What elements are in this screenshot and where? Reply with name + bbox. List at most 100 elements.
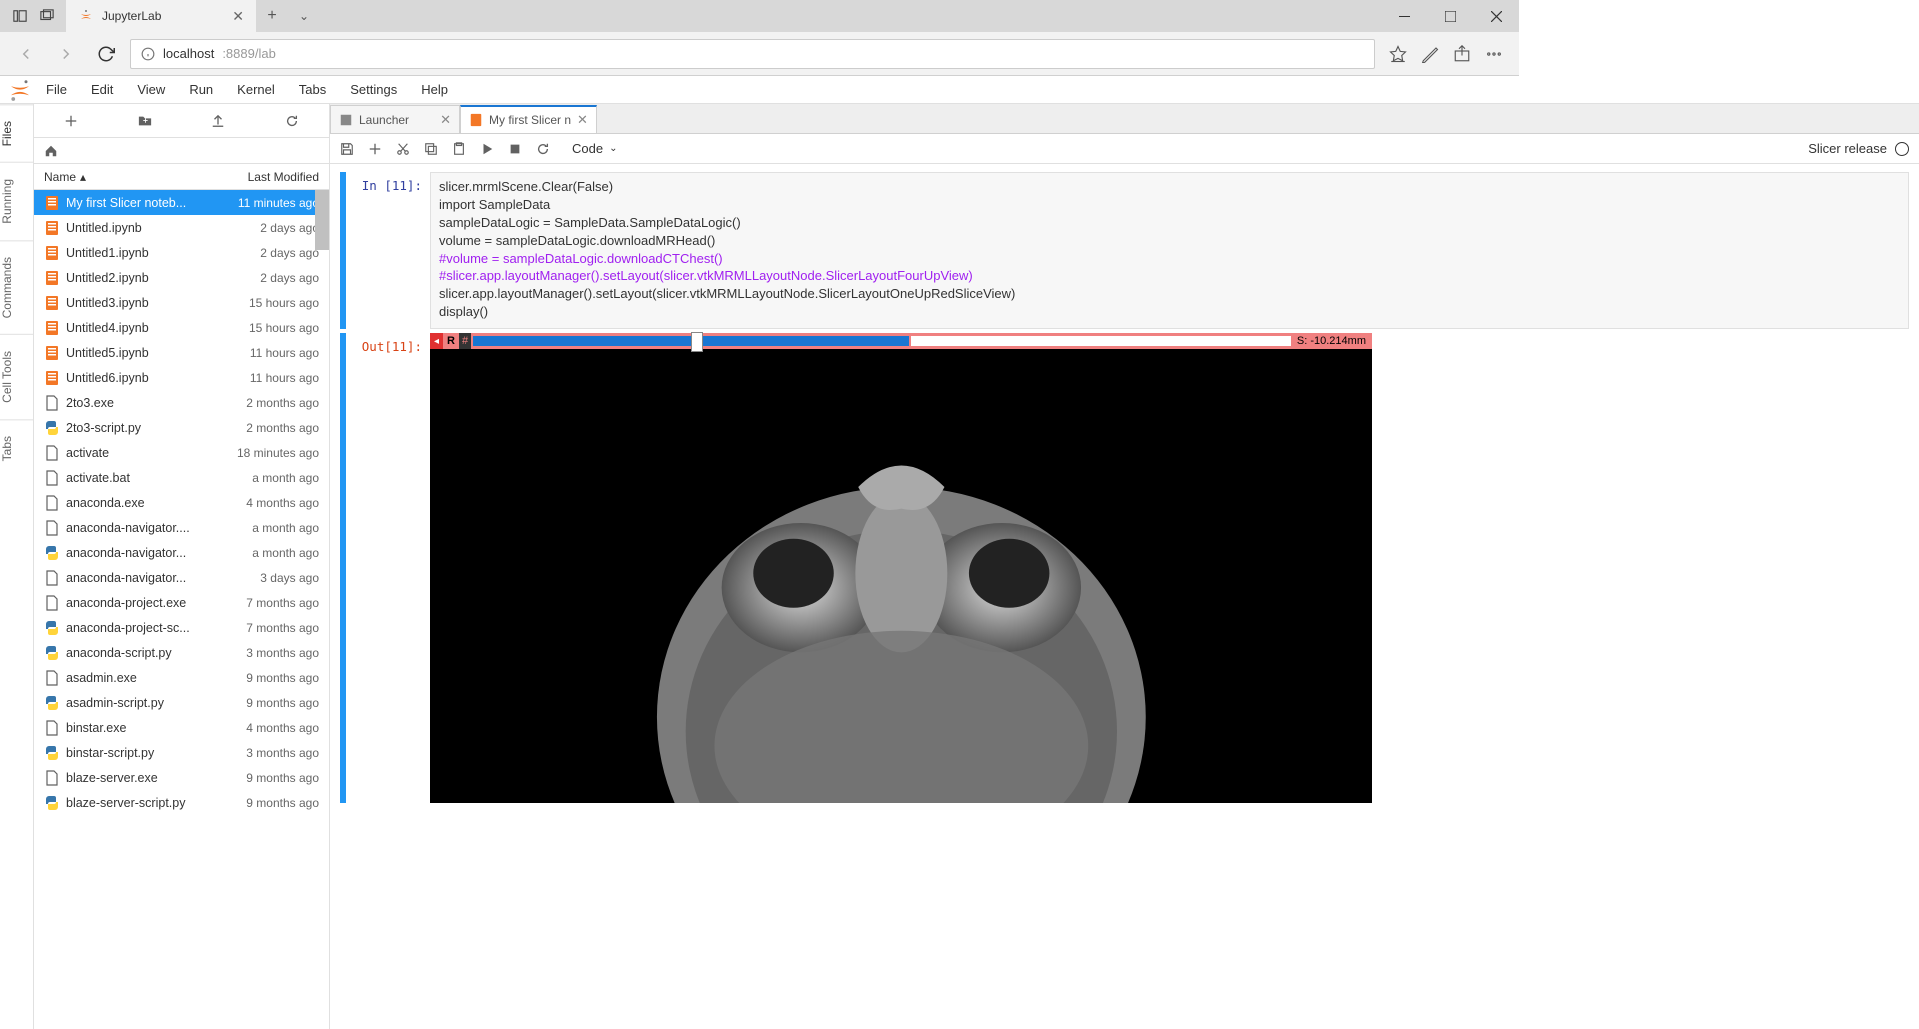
file-row[interactable]: 2to3.exe2 months ago — [34, 390, 329, 415]
file-time: 7 months ago — [246, 621, 319, 635]
new-folder-icon[interactable] — [138, 114, 152, 128]
file-browser: Name ▴ Last Modified My first Slicer not… — [34, 104, 330, 1029]
file-time: 3 days ago — [260, 571, 319, 585]
file-row[interactable]: Untitled4.ipynb15 hours ago — [34, 315, 329, 340]
file-row[interactable]: asadmin-script.py9 months ago — [34, 690, 329, 715]
slicer-slice-bar[interactable]: ◂ R # S: -10.214mm — [430, 333, 1372, 349]
menu-item-view[interactable]: View — [125, 82, 177, 97]
save-icon[interactable] — [340, 142, 354, 156]
upload-icon[interactable] — [211, 114, 225, 128]
menu-item-kernel[interactable]: Kernel — [225, 82, 287, 97]
menu-item-file[interactable]: File — [34, 82, 79, 97]
browser-tab[interactable]: JupyterLab ✕ — [66, 0, 256, 32]
menu-item-settings[interactable]: Settings — [338, 82, 409, 97]
slicer-menu-icon[interactable]: ◂ — [430, 333, 443, 349]
doc-tab[interactable]: My first Slicer n✕ — [460, 105, 597, 133]
file-list[interactable]: My first Slicer noteb...11 minutes agoUn… — [34, 190, 329, 1029]
more-icon[interactable] — [1485, 45, 1503, 63]
url-input[interactable]: localhost:8889/lab — [130, 39, 1375, 69]
code-cell[interactable]: In [11]: slicer.mrmlScene.Clear(False) i… — [340, 172, 1909, 329]
file-row[interactable]: anaconda-navigator....a month ago — [34, 515, 329, 540]
file-row[interactable]: Untitled6.ipynb11 hours ago — [34, 365, 329, 390]
slicer-output: ◂ R # S: -10.214mm — [430, 333, 1372, 803]
tab-aside-icon[interactable] — [13, 9, 27, 23]
sidebar-tab-running[interactable]: Running — [0, 162, 33, 240]
add-cell-icon[interactable] — [368, 142, 382, 156]
slicer-slider[interactable] — [473, 336, 909, 346]
file-row[interactable]: blaze-server-script.py9 months ago — [34, 790, 329, 815]
file-time: 2 days ago — [260, 221, 319, 235]
restart-icon[interactable] — [536, 142, 550, 156]
kernel-indicator[interactable]: Slicer release — [1808, 141, 1909, 156]
new-tab-button[interactable]: + — [256, 0, 288, 32]
notebook[interactable]: In [11]: slicer.mrmlScene.Clear(False) i… — [330, 164, 1919, 1029]
scrollbar-thumb[interactable] — [315, 190, 329, 250]
output-collapser[interactable] — [340, 333, 346, 803]
refresh-files-icon[interactable] — [285, 114, 299, 128]
file-row[interactable]: Untitled3.ipynb 15 hours ago — [34, 290, 329, 315]
menu-item-edit[interactable]: Edit — [79, 82, 125, 97]
new-launcher-icon[interactable] — [64, 114, 78, 128]
file-row[interactable]: binstar-script.py3 months ago — [34, 740, 329, 765]
file-toolbar — [34, 104, 329, 138]
forward-button[interactable] — [50, 38, 82, 70]
minimize-button[interactable] — [1381, 0, 1427, 32]
file-name: anaconda-navigator... — [66, 546, 246, 560]
file-row[interactable]: anaconda-project.exe7 months ago — [34, 590, 329, 615]
file-row[interactable]: binstar.exe4 months ago — [34, 715, 329, 740]
stop-icon[interactable] — [508, 142, 522, 156]
sidebar-tab-commands[interactable]: Commands — [0, 240, 33, 334]
doc-tab[interactable]: Launcher✕ — [330, 105, 460, 133]
file-row[interactable]: anaconda-navigator...3 days ago — [34, 565, 329, 590]
cut-icon[interactable] — [396, 142, 410, 156]
close-window-button[interactable] — [1473, 0, 1519, 32]
file-row[interactable]: Untitled5.ipynb11 hours ago — [34, 340, 329, 365]
code-editor[interactable]: slicer.mrmlScene.Clear(False) import Sam… — [430, 172, 1909, 329]
file-row[interactable]: 2to3-script.py2 months ago — [34, 415, 329, 440]
file-row[interactable]: My first Slicer noteb...11 minutes ago — [34, 190, 329, 215]
cell-type-select[interactable]: Code ⌄ — [564, 141, 625, 156]
file-row[interactable]: Untitled2.ipynb2 days ago — [34, 265, 329, 290]
sidebar-tab-files[interactable]: Files — [0, 104, 33, 162]
file-list-header[interactable]: Name ▴ Last Modified — [34, 164, 329, 190]
sidebar-tab-cell-tools[interactable]: Cell Tools — [0, 334, 33, 419]
file-row[interactable]: anaconda-navigator...a month ago — [34, 540, 329, 565]
slicer-link-icon[interactable]: # — [459, 333, 471, 349]
file-row[interactable]: blaze-server.exe9 months ago — [34, 765, 329, 790]
file-name: Untitled1.ipynb — [66, 246, 254, 260]
file-row[interactable]: anaconda-project-sc...7 months ago — [34, 615, 329, 640]
file-row[interactable]: activate18 minutes ago — [34, 440, 329, 465]
menu-item-tabs[interactable]: Tabs — [287, 82, 338, 97]
run-icon[interactable] — [480, 142, 494, 156]
file-row[interactable]: Untitled.ipynb2 days ago — [34, 215, 329, 240]
file-row[interactable]: asadmin.exe9 months ago — [34, 665, 329, 690]
breadcrumb[interactable] — [34, 138, 329, 164]
file-row[interactable]: anaconda-script.py3 months ago — [34, 640, 329, 665]
cell-collapser[interactable] — [340, 172, 346, 329]
maximize-button[interactable] — [1427, 0, 1473, 32]
close-icon[interactable]: ✕ — [232, 8, 244, 25]
refresh-button[interactable] — [90, 38, 122, 70]
file-icon — [44, 645, 60, 661]
tab-menu-chevron[interactable]: ⌄ — [288, 0, 320, 32]
file-name: Untitled3.ipynb — [66, 296, 243, 310]
notes-icon[interactable] — [1421, 45, 1439, 63]
file-name: anaconda-navigator.... — [66, 521, 246, 535]
tab-preview-icon[interactable] — [40, 9, 54, 23]
file-name: binstar-script.py — [66, 746, 240, 760]
close-icon[interactable]: ✕ — [440, 112, 451, 128]
copy-icon[interactable] — [424, 142, 438, 156]
file-time: 15 hours ago — [249, 296, 319, 310]
file-row[interactable]: Untitled1.ipynb2 days ago — [34, 240, 329, 265]
sidebar-tab-tabs[interactable]: Tabs — [0, 419, 33, 477]
close-icon[interactable]: ✕ — [577, 112, 588, 128]
menu-item-run[interactable]: Run — [177, 82, 225, 97]
file-row[interactable]: anaconda.exe4 months ago — [34, 490, 329, 515]
share-icon[interactable] — [1453, 45, 1471, 63]
menu-item-help[interactable]: Help — [409, 82, 460, 97]
favorite-icon[interactable] — [1389, 45, 1407, 63]
file-row[interactable]: activate.bata month ago — [34, 465, 329, 490]
back-button[interactable] — [10, 38, 42, 70]
paste-icon[interactable] — [452, 142, 466, 156]
file-name: activate.bat — [66, 471, 246, 485]
